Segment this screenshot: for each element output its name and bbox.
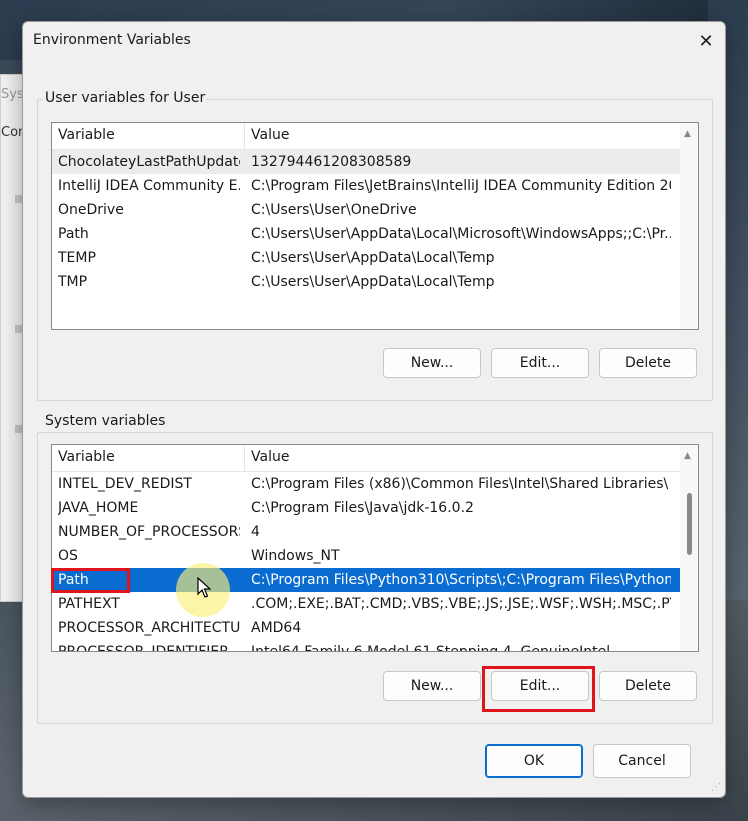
table-row[interactable]: PATHEXT .COM;.EXE;.BAT;.CMD;.VBS;.VBE;.JS… bbox=[52, 592, 698, 616]
table-row[interactable]: OneDrive C:\Users\User\OneDrive bbox=[52, 198, 698, 222]
system-rows: INTEL_DEV_REDIST C:\Program Files (x86)\C… bbox=[52, 472, 698, 652]
variable-cell: Path bbox=[58, 572, 89, 588]
column-header-variable[interactable]: Variable bbox=[58, 449, 115, 465]
system-variables-list[interactable]: Variable Value INTEL_DEV_REDIST C:\Progra… bbox=[51, 444, 699, 652]
user-edit-button[interactable]: Edit... bbox=[491, 348, 589, 378]
system-scrollbar[interactable]: ▲ bbox=[680, 445, 698, 651]
system-new-button[interactable]: New... bbox=[383, 671, 481, 701]
user-rows: ChocolateyLastPathUpdate 1327944612083085… bbox=[52, 150, 698, 294]
variable-cell: Path bbox=[58, 226, 89, 242]
table-row[interactable]: NUMBER_OF_PROCESSORS 4 bbox=[52, 520, 698, 544]
column-separator[interactable] bbox=[244, 445, 245, 471]
variable-cell: IntelliJ IDEA Community E... bbox=[58, 178, 240, 194]
list-header: Variable Value bbox=[52, 445, 698, 472]
table-row[interactable]: TMP C:\Users\User\AppData\Local\Temp bbox=[52, 270, 698, 294]
value-cell: C:\Program Files (x86)\Common Files\Inte… bbox=[251, 476, 669, 492]
value-cell: Windows_NT bbox=[251, 548, 340, 564]
table-row[interactable]: Path C:\Users\User\AppData\Local\Microsof… bbox=[52, 222, 698, 246]
column-header-value[interactable]: Value bbox=[251, 127, 289, 143]
user-new-button[interactable]: New... bbox=[383, 348, 481, 378]
cancel-button[interactable]: Cancel bbox=[593, 744, 691, 778]
table-row[interactable]: Path C:\Program Files\Python310\Scripts\;… bbox=[52, 568, 698, 592]
dialog-title: Environment Variables bbox=[33, 32, 191, 48]
system-delete-button[interactable]: Delete bbox=[599, 671, 697, 701]
variable-cell: NUMBER_OF_PROCESSORS bbox=[58, 524, 240, 540]
value-cell: C:\Users\User\AppData\Local\Temp bbox=[251, 274, 495, 290]
user-delete-button[interactable]: Delete bbox=[599, 348, 697, 378]
table-row[interactable]: TEMP C:\Users\User\AppData\Local\Temp bbox=[52, 246, 698, 270]
table-row[interactable]: ChocolateyLastPathUpdate 1327944612083085… bbox=[52, 150, 698, 174]
variable-cell: TMP bbox=[58, 274, 88, 290]
variable-cell: PATHEXT bbox=[58, 596, 120, 612]
variable-cell: TEMP bbox=[58, 250, 96, 266]
variable-cell: ChocolateyLastPathUpdate bbox=[58, 154, 240, 170]
value-cell: C:\Users\User\AppData\Local\Microsoft\Wi… bbox=[251, 226, 671, 242]
value-cell: .COM;.EXE;.BAT;.CMD;.VBS;.VBE;.JS;.JSE;.… bbox=[251, 596, 671, 612]
variable-cell: OS bbox=[58, 548, 78, 564]
value-cell: C:\Users\User\AppData\Local\Temp bbox=[251, 250, 495, 266]
value-cell: C:\Program Files\Python310\Scripts\;C:\P… bbox=[251, 572, 671, 588]
environment-variables-dialog: Environment Variables ✕ User variables f… bbox=[22, 21, 726, 798]
table-row[interactable]: PROCESSOR_ARCHITECTU... AMD64 bbox=[52, 616, 698, 640]
scrollbar-thumb[interactable] bbox=[687, 493, 692, 555]
variable-cell: OneDrive bbox=[58, 202, 124, 218]
variable-cell: JAVA_HOME bbox=[58, 500, 139, 516]
system-variables-label: System variables bbox=[43, 413, 168, 429]
list-header: Variable Value bbox=[52, 123, 698, 150]
value-cell: C:\Program Files\Java\jdk-16.0.2 bbox=[251, 500, 474, 516]
column-separator[interactable] bbox=[244, 123, 245, 149]
value-cell: C:\Users\User\OneDrive bbox=[251, 202, 417, 218]
value-cell: 132794461208308589 bbox=[251, 154, 412, 170]
variable-cell: PROCESSOR_IDENTIFIER bbox=[58, 644, 229, 652]
user-scrollbar[interactable]: ▲ bbox=[680, 123, 698, 329]
user-variables-list[interactable]: Variable Value ChocolateyLastPathUpdate 1… bbox=[51, 122, 699, 330]
value-cell: C:\Program Files\JetBrains\IntelliJ IDEA… bbox=[251, 178, 671, 194]
value-cell: 4 bbox=[251, 524, 260, 540]
variable-cell: PROCESSOR_ARCHITECTU... bbox=[58, 620, 240, 636]
table-row[interactable]: IntelliJ IDEA Community E... C:\Program F… bbox=[52, 174, 698, 198]
scroll-up-icon[interactable]: ▲ bbox=[684, 451, 691, 461]
ok-button[interactable]: OK bbox=[485, 744, 583, 778]
column-header-variable[interactable]: Variable bbox=[58, 127, 115, 143]
close-icon[interactable]: ✕ bbox=[691, 26, 721, 56]
scroll-up-icon[interactable]: ▲ bbox=[684, 129, 691, 139]
variable-cell: INTEL_DEV_REDIST bbox=[58, 476, 192, 492]
system-edit-button[interactable]: Edit... bbox=[491, 671, 589, 701]
table-row[interactable]: PROCESSOR_IDENTIFIER Intel64 Family 6 Mod… bbox=[52, 640, 698, 652]
user-variables-label: User variables for User bbox=[43, 90, 208, 106]
table-row[interactable]: INTEL_DEV_REDIST C:\Program Files (x86)\C… bbox=[52, 472, 698, 496]
column-header-value[interactable]: Value bbox=[251, 449, 289, 465]
value-cell: AMD64 bbox=[251, 620, 302, 636]
value-cell: Intel64 Family 6 Model 61 Stepping 4, Ge… bbox=[251, 644, 611, 652]
table-row[interactable]: JAVA_HOME C:\Program Files\Java\jdk-16.0.… bbox=[52, 496, 698, 520]
resize-grip-icon[interactable]: ⋰ bbox=[711, 782, 721, 793]
table-row[interactable]: OS Windows_NT bbox=[52, 544, 698, 568]
